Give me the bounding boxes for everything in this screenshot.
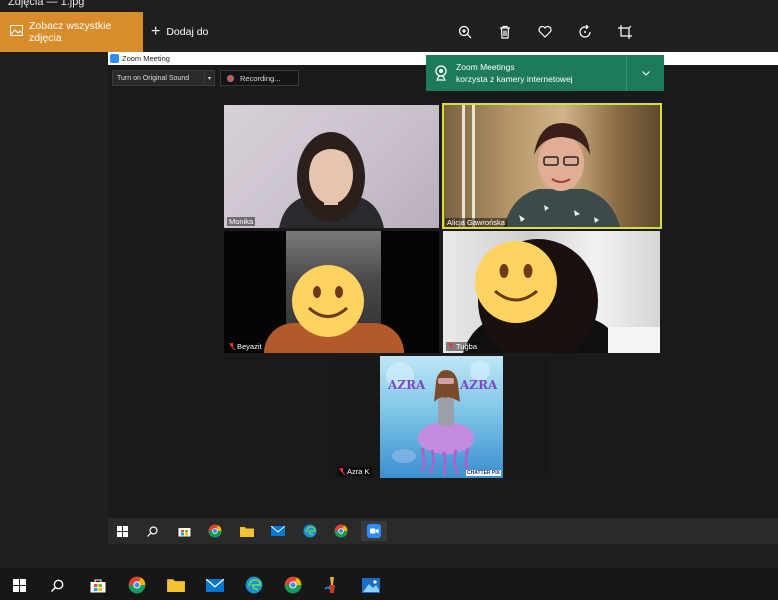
muted-mic-icon xyxy=(229,343,235,350)
participant-name-tag: Beyazit xyxy=(227,342,264,351)
chrome-icon[interactable] xyxy=(282,574,304,596)
title-bar: Zdjęcia — 1.jpg xyxy=(0,0,778,12)
avatar-credit: CHATTER PIX xyxy=(466,470,501,476)
mail-icon[interactable] xyxy=(268,521,288,541)
participant-name: Monika xyxy=(229,217,254,226)
chrome-icon[interactable] xyxy=(331,521,351,541)
see-all-photos-label: Zobacz wszystkie zdjęcia xyxy=(29,20,112,44)
image-icon xyxy=(10,25,23,39)
chevron-down-icon[interactable]: ▾ xyxy=(204,71,214,85)
zoom-icon[interactable] xyxy=(361,521,387,541)
inner-taskbar xyxy=(108,518,778,544)
file-explorer-icon[interactable] xyxy=(165,574,187,596)
participant-name-tag: Tuğba xyxy=(446,342,479,351)
photos-icon[interactable] xyxy=(360,574,382,596)
photos-toolbar: Zobacz wszystkie zdjęcia + Dodaj do xyxy=(0,12,778,52)
plus-icon: + xyxy=(151,23,161,40)
search-icon[interactable] xyxy=(142,521,162,541)
video-tile-beyazit[interactable]: Beyazit xyxy=(224,231,439,353)
original-sound-label: Turn on Original Sound xyxy=(117,74,190,82)
participant-name: Azra K xyxy=(347,467,370,476)
video-tile-alicja[interactable]: Alicja Gawrońska xyxy=(442,103,662,229)
edge-icon[interactable] xyxy=(300,521,320,541)
participant-name-tag: Azra K xyxy=(337,467,372,476)
store-icon[interactable] xyxy=(174,521,194,541)
see-all-photos-button[interactable]: Zobacz wszystkie zdjęcia xyxy=(0,12,143,52)
recording-indicator[interactable]: Recording... xyxy=(220,70,299,86)
chevron-down-icon[interactable] xyxy=(626,55,664,91)
participant-avatar-image: AZRA AZRA CHATTER PIX xyxy=(380,356,503,478)
zoom-meeting-window: Zoom Meeting Turn on Original Sound ▾ Re… xyxy=(108,52,778,518)
camera-usage-notification[interactable]: Zoom Meetings korzysta z kamery internet… xyxy=(426,55,664,91)
zoom-in-icon[interactable] xyxy=(455,22,475,42)
recording-label: Recording... xyxy=(240,73,281,83)
participant-video xyxy=(444,105,660,227)
participant-name-tag: Monika xyxy=(227,217,256,226)
window-title: Zdjęcia — 1.jpg xyxy=(8,0,85,8)
avatar-text-left: AZRA xyxy=(388,378,426,392)
participant-name: Alicja Gawrońska xyxy=(447,218,505,227)
crop-icon[interactable] xyxy=(615,22,635,42)
heart-icon[interactable] xyxy=(535,22,555,42)
record-icon xyxy=(227,74,234,82)
rotate-icon[interactable] xyxy=(575,22,595,42)
taskbar xyxy=(0,568,778,600)
webcam-icon xyxy=(426,65,456,81)
add-to-label: Dodaj do xyxy=(166,26,209,38)
windows-start-icon[interactable] xyxy=(8,574,30,596)
chrome-icon[interactable] xyxy=(205,521,225,541)
add-to-button[interactable]: + Dodaj do xyxy=(151,12,208,52)
notification-body: korzysta z kamery internetowej xyxy=(456,74,573,84)
delete-icon[interactable] xyxy=(495,22,515,42)
muted-mic-icon xyxy=(448,343,454,350)
notification-title: Zoom Meetings xyxy=(456,62,515,72)
participant-name-tag: Alicja Gawrońska xyxy=(445,218,507,227)
paint-icon[interactable] xyxy=(321,574,343,596)
zoom-title: Zoom Meeting xyxy=(122,54,170,63)
original-sound-button[interactable]: Turn on Original Sound ▾ xyxy=(112,70,215,86)
smiley-face-icon xyxy=(475,241,557,323)
photos-app: Zdjęcia — 1.jpg Zobacz wszystkie zdjęcia… xyxy=(0,0,778,600)
avatar-text-right: AZRA xyxy=(460,378,498,392)
mail-icon[interactable] xyxy=(204,574,226,596)
video-tile-azra[interactable]: AZRA AZRA CHATTER PIX Azra K xyxy=(334,356,549,478)
participant-name: Tuğba xyxy=(456,342,477,351)
edge-icon[interactable] xyxy=(243,574,265,596)
file-explorer-icon[interactable] xyxy=(237,521,257,541)
search-icon[interactable] xyxy=(46,574,68,596)
store-icon[interactable] xyxy=(87,574,109,596)
smiley-face-icon xyxy=(292,265,364,337)
participant-video xyxy=(279,132,384,228)
video-tile-tugba[interactable]: Tuğba xyxy=(443,231,660,353)
participant-name: Beyazit xyxy=(237,342,262,351)
zoom-logo-icon xyxy=(110,54,119,63)
windows-start-icon[interactable] xyxy=(112,521,132,541)
video-tile-monika[interactable]: Monika xyxy=(224,105,439,228)
chrome-icon[interactable] xyxy=(126,574,148,596)
muted-mic-icon xyxy=(339,468,345,475)
